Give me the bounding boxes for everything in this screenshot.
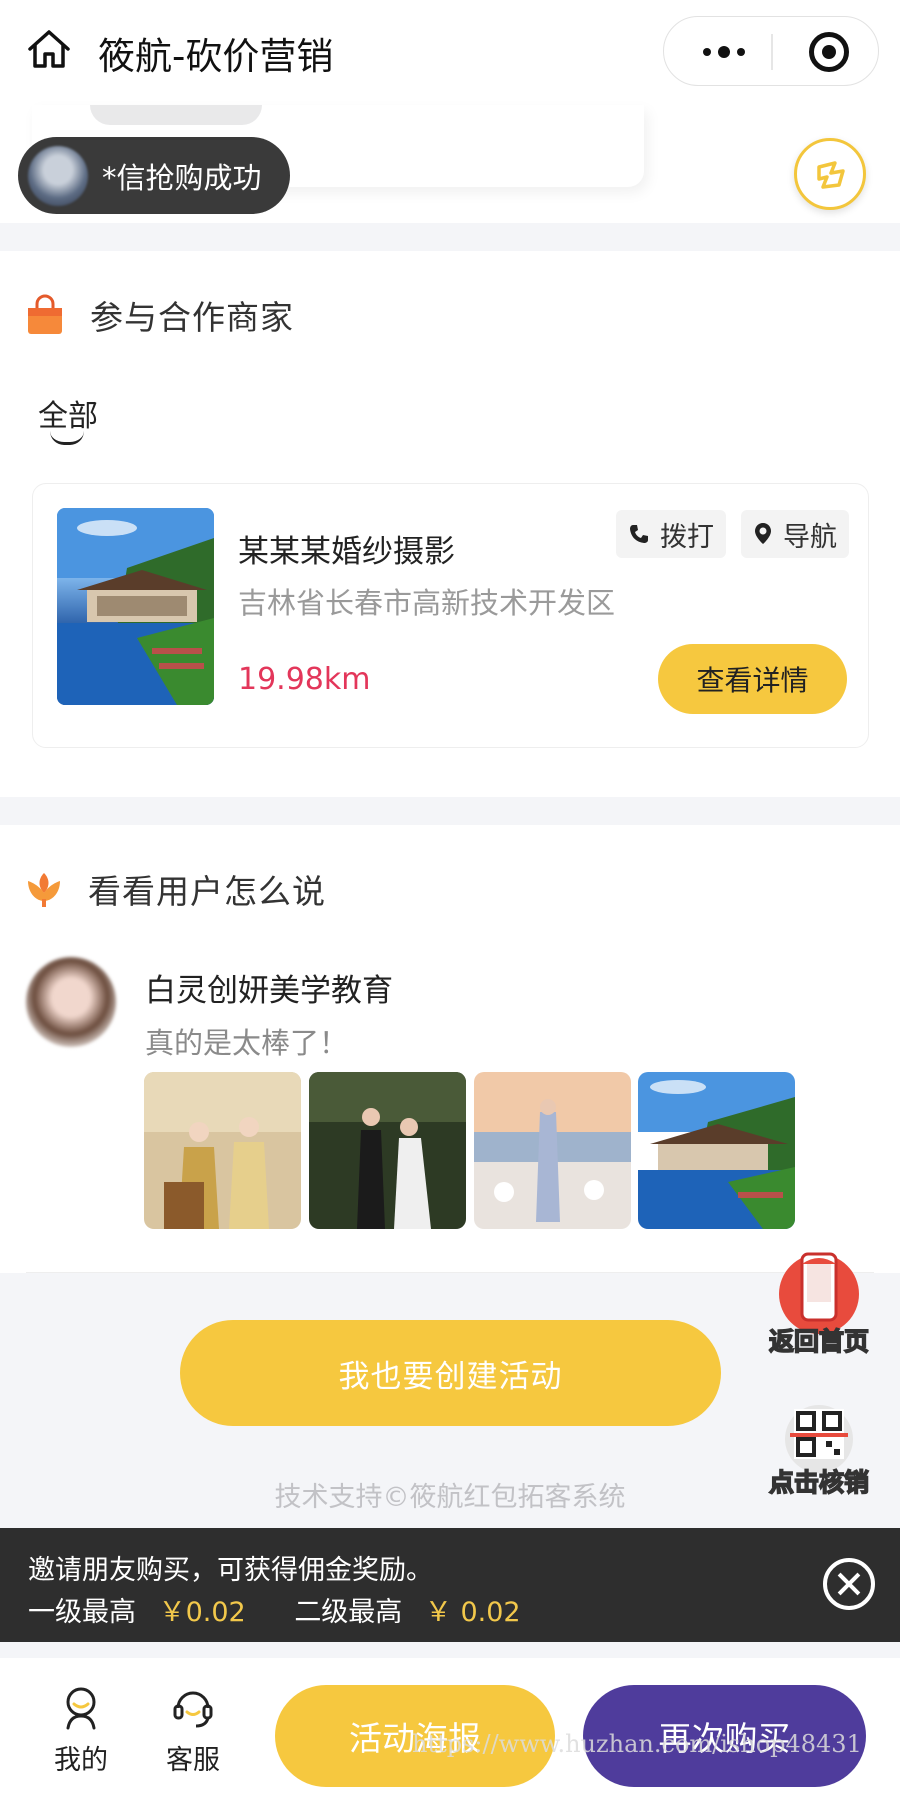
merchant-photo (57, 508, 214, 705)
merchants-header: 参与合作商家 (24, 291, 294, 339)
merchant-distance: 19.98km (238, 662, 371, 697)
user-icon (66, 1687, 96, 1730)
review-photo[interactable] (474, 1072, 631, 1229)
back-home-float[interactable]: 返回首页 (764, 1246, 874, 1358)
qr-code-icon (785, 1405, 853, 1473)
commission-line: 一级最高 ￥0.02 二级最高 ￥ 0.02 (28, 1590, 521, 1629)
reviews-title: 看看用户怎么说 (88, 872, 326, 911)
review-photo[interactable] (309, 1072, 466, 1229)
bottom-action-bar: 我的 客服 活动海报 再次购买 https://www.huzhan.com/i… (0, 1658, 900, 1815)
nav-mine-label: 我的 (54, 1745, 108, 1776)
invite-text: 邀请朋友购买，可获得佣金奖励。 (28, 1555, 433, 1586)
tab-active-indicator (50, 431, 84, 445)
review-photo[interactable] (638, 1072, 795, 1229)
level2-value: ￥ 0.02 (424, 1597, 521, 1628)
reviews-header: 看看用户怎么说 (24, 865, 326, 913)
toast-text: *信抢购成功 (102, 160, 262, 195)
merchant-name: 某某某婚纱摄影 (238, 534, 455, 570)
view-detail-button[interactable]: 查看详情 (658, 644, 847, 714)
navigate-label: 导航 (783, 521, 837, 553)
invite-banner: 邀请朋友购买，可获得佣金奖励。 一级最高 ￥0.02 二级最高 ￥ 0.02 (0, 1528, 900, 1642)
phone-icon (630, 525, 648, 543)
floating-yellow-icon[interactable] (794, 138, 866, 210)
toast-avatar (28, 145, 88, 206)
nav-service-label: 客服 (166, 1745, 220, 1776)
merchant-address: 吉林省长春市高新技术开发区 (238, 586, 616, 620)
shopping-bag-icon (28, 294, 62, 334)
merchant-card[interactable]: 某某某婚纱摄影 吉林省长春市高新技术开发区 19.98km 拨打 导航 查看详情 (32, 483, 869, 748)
merchants-title: 参与合作商家 (90, 298, 294, 337)
miniprogram-capsule (663, 16, 879, 86)
reviews-section: 看看用户怎么说 白灵创妍美学教育 真的是太棒了！ (0, 825, 900, 1273)
capsule-divider (771, 34, 773, 70)
level1-label: 一级最高 (28, 1597, 136, 1628)
section-divider (26, 1272, 874, 1273)
watermark-text: https://www.huzhan.com/ishop48431 (412, 1730, 862, 1758)
location-pin-icon (755, 523, 771, 544)
top-header: 筱航-砍价营销 (0, 0, 900, 105)
call-label: 拨打 (660, 521, 714, 553)
close-icon[interactable] (823, 1558, 875, 1610)
level2-label: 二级最高 (294, 1597, 403, 1628)
review-photo[interactable] (144, 1072, 301, 1229)
tulip-icon (28, 873, 60, 907)
verify-label: 点击核销 (768, 1467, 870, 1498)
reviewer-name: 白灵创妍美学教育 (145, 973, 393, 1009)
card-pill (90, 105, 262, 125)
headset-icon (173, 1691, 213, 1728)
nav-mine[interactable]: 我的 (36, 1686, 126, 1777)
close-target-icon[interactable] (809, 32, 849, 72)
level1-value: ￥0.02 (158, 1597, 246, 1628)
review-text: 真的是太棒了！ (145, 1026, 349, 1060)
create-activity-button[interactable]: 我也要创建活动 (180, 1320, 721, 1426)
verify-float[interactable]: 点击核销 (764, 1397, 874, 1498)
call-button[interactable]: 拨打 (616, 510, 726, 558)
tab-all[interactable]: 全部 (38, 391, 98, 435)
merchants-section: 参与合作商家 全部 某某某婚纱摄影 吉林省长春市高新技术开发区 19.98km (0, 251, 900, 797)
navigate-button[interactable]: 导航 (741, 510, 849, 558)
purchase-toast: *信抢购成功 (18, 137, 290, 214)
more-icon[interactable] (694, 35, 754, 69)
page-title: 筱航-砍价营销 (98, 35, 334, 78)
reviewer-avatar (26, 957, 116, 1047)
back-home-label: 返回首页 (768, 1326, 870, 1357)
nav-service[interactable]: 客服 (148, 1686, 238, 1777)
home-icon[interactable] (26, 28, 72, 70)
